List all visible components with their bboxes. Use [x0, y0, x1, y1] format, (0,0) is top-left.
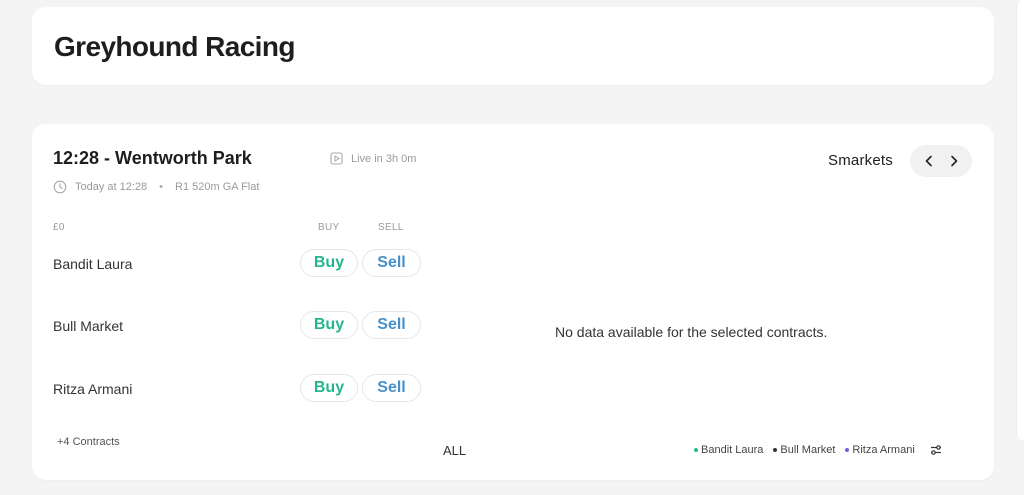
sliders-icon[interactable]: [929, 443, 943, 457]
event-title: 12:28 - Wentworth Park: [53, 148, 252, 168]
sell-button[interactable]: Sell: [362, 311, 421, 339]
buy-button[interactable]: Buy: [300, 249, 358, 277]
legend-label: Bandit Laura: [701, 444, 764, 456]
meta-separator: •: [159, 181, 164, 193]
legend-item[interactable]: Bandit Laura: [694, 444, 763, 456]
buy-button[interactable]: Buy: [300, 374, 358, 402]
race-info: R1 520m GA Flat: [175, 181, 260, 193]
legend-label: Ritza Armani: [852, 444, 915, 456]
chart-empty-message: No data available for the selected contr…: [555, 324, 828, 340]
page-title: Greyhound Racing: [54, 31, 295, 62]
runner-row: Bandit Laura Buy Sell: [32, 249, 452, 279]
more-contracts-link[interactable]: +4 Contracts: [57, 436, 120, 448]
runner-row: Ritza Armani Buy Sell: [32, 374, 452, 404]
sell-button[interactable]: Sell: [362, 374, 421, 402]
buy-column-header: BUY: [318, 222, 340, 233]
event-nav: [910, 145, 972, 177]
runner-name: Ritza Armani: [53, 381, 133, 397]
play-square-icon: [330, 152, 343, 165]
legend-dot: [773, 448, 778, 452]
legend-dot: [845, 448, 850, 452]
legend-item[interactable]: Ritza Armani: [845, 444, 915, 456]
event-time: Today at 12:28: [75, 181, 148, 193]
clock-icon: [53, 180, 67, 194]
event-meta: Today at 12:28 • R1 520m GA Flat: [53, 180, 259, 194]
side-panel-edge: [1016, 0, 1024, 440]
chevron-right-icon[interactable]: [947, 154, 961, 168]
sell-button[interactable]: Sell: [362, 249, 421, 277]
range-all-tab[interactable]: ALL: [443, 443, 466, 458]
legend-label: Bull Market: [780, 444, 836, 456]
header-card: Greyhound Racing: [32, 7, 994, 85]
live-status-text: Live in 3h 0m: [351, 152, 417, 165]
smarkets-logo: Smarkets: [828, 152, 893, 169]
buy-button[interactable]: Buy: [300, 311, 358, 339]
stake-amount: £0: [53, 222, 65, 233]
chevron-left-icon[interactable]: [922, 154, 936, 168]
market-card: 12:28 - Wentworth Park Live in 3h 0m Tod…: [32, 124, 994, 480]
legend-dot: [694, 448, 698, 452]
legend-item[interactable]: Bull Market: [773, 444, 835, 456]
sell-column-header: SELL: [378, 222, 404, 233]
runner-name: Bull Market: [53, 318, 124, 334]
runner-name: Bandit Laura: [53, 256, 133, 272]
live-status: Live in 3h 0m: [330, 152, 416, 165]
runner-row: Bull Market Buy Sell: [32, 311, 452, 341]
chart-legend: Bandit Laura Bull Market Ritza Armani: [694, 443, 943, 457]
